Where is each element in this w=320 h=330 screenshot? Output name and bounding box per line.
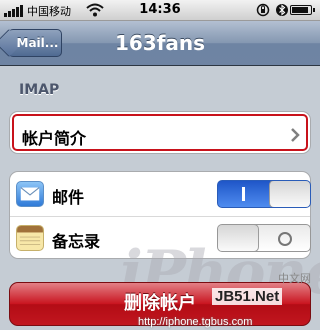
notes-icon [16,225,44,251]
list-item: 备忘录 [10,216,311,260]
mail-toggle[interactable] [217,180,311,208]
rotation-lock-icon [256,3,270,17]
toggle-off-mark [278,232,292,246]
list-item: 邮件 [10,172,311,217]
battery-icon [290,5,315,15]
page-title: 163fans [114,31,206,55]
toggle-knob[interactable] [218,225,259,251]
section-header: IMAP [19,82,60,98]
chevron-right-icon [291,128,300,142]
toggle-on-mark [242,187,245,201]
bluetooth-icon [276,4,288,16]
apps-group: 邮件 备忘录 [9,171,311,259]
account-info-cell[interactable]: 帐户简介 [12,114,308,151]
account-info-label: 帐户简介 [22,129,87,148]
navigation-bar: Mail... 163fans [0,21,320,66]
watermark-site: JB51.Net [212,288,283,305]
status-time: 14:36 [139,2,181,17]
notes-toggle[interactable] [217,224,311,252]
battery-level-fill [292,7,308,13]
mail-label: 邮件 [52,188,85,207]
watermark-url: http://iphone.tgbus.com [138,316,253,328]
watermark-site-cn: 中文网 [278,272,311,285]
mail-icon [16,181,44,207]
notes-label: 备忘录 [52,232,101,251]
account-group: 帐户简介 [9,111,311,154]
status-bar: 中国移动 14:36 [0,0,320,21]
toggle-knob[interactable] [269,181,310,207]
